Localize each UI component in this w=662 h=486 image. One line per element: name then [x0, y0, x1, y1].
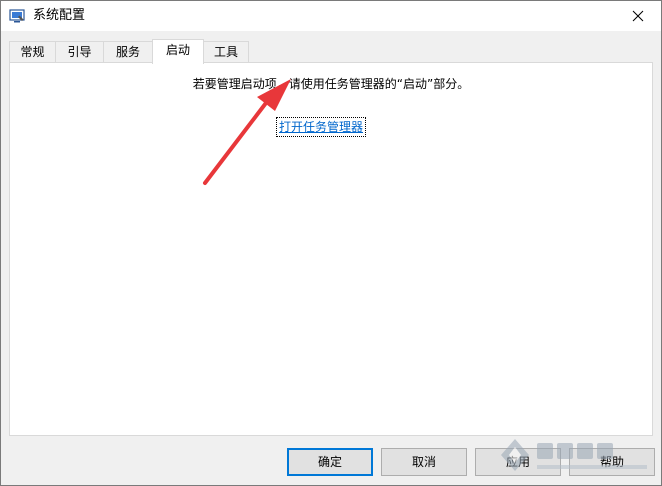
- tab-startup[interactable]: 启动: [152, 39, 204, 64]
- close-icon: [632, 10, 644, 22]
- tab-general[interactable]: 常规: [9, 41, 56, 62]
- tab-tools[interactable]: 工具: [203, 41, 249, 62]
- site-logo-watermark: [501, 439, 647, 471]
- tab-boot[interactable]: 引导: [55, 41, 104, 62]
- title-bar[interactable]: 系统配置: [1, 1, 661, 31]
- startup-panel: 若要管理启动项，请使用任务管理器的“启动”部分。 打开任务管理器: [9, 62, 653, 436]
- system-config-window: 系统配置 常规 引导 服务 启动 工具 若要管理启动项，请使用任务管理器的“启动…: [0, 0, 662, 486]
- ok-button[interactable]: 确定: [287, 448, 373, 476]
- open-task-manager-link[interactable]: 打开任务管理器: [276, 117, 367, 137]
- tab-services[interactable]: 服务: [103, 41, 153, 62]
- startup-instruction-text: 若要管理启动项，请使用任务管理器的“启动”部分。: [192, 77, 470, 91]
- close-button[interactable]: [615, 1, 661, 31]
- cancel-button[interactable]: 取消: [381, 448, 467, 476]
- system-config-icon: [9, 8, 25, 24]
- window-title: 系统配置: [33, 8, 86, 23]
